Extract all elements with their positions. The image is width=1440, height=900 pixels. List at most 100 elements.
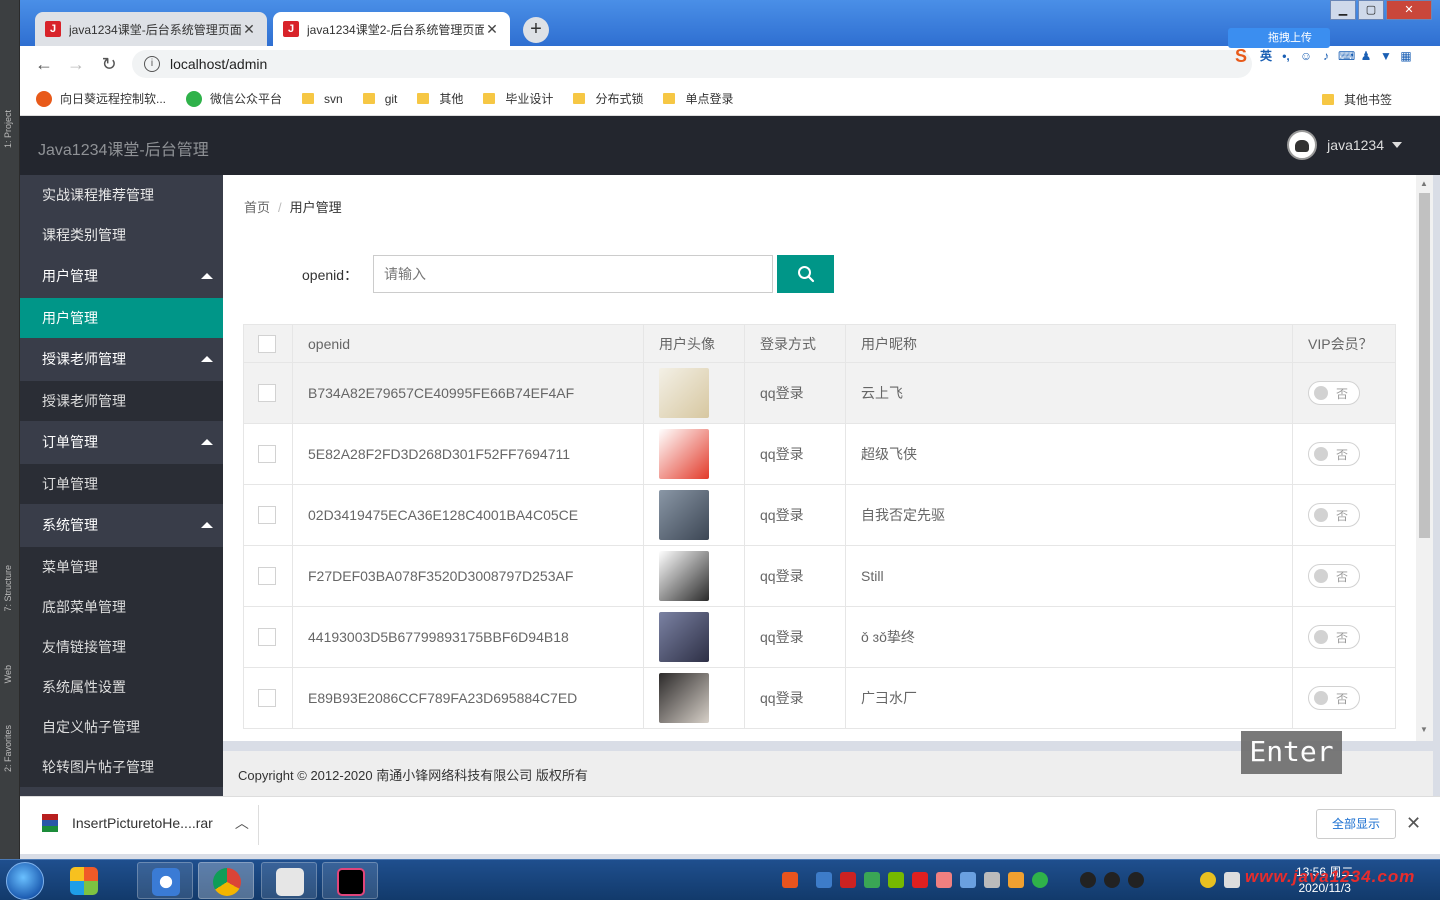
- sogou-s-icon[interactable]: S: [1228, 47, 1254, 65]
- tray-flower-icon[interactable]: [936, 872, 952, 888]
- tray-qq-icon[interactable]: [1128, 872, 1144, 888]
- search-button[interactable]: [777, 255, 834, 293]
- taskbar-app-intellij[interactable]: [322, 862, 378, 899]
- vip-toggle-switch[interactable]: 否: [1308, 442, 1360, 466]
- sidebar-item-orders[interactable]: 订单管理: [20, 464, 223, 504]
- table-row[interactable]: F27DEF03BA078F3520D3008797D253AF qq登录 Stil…: [243, 545, 1396, 607]
- other-bookmarks[interactable]: 其他书签: [1321, 91, 1392, 108]
- vip-toggle-switch[interactable]: 否: [1308, 503, 1360, 527]
- sidebar-item-carousel-posts[interactable]: 轮转图片帖子管理: [20, 747, 223, 787]
- table-row[interactable]: 02D3419475ECA36E128C4001BA4C05CE qq登录 自我否定…: [243, 484, 1396, 546]
- bookmark-folder-svn[interactable]: svn: [302, 92, 343, 106]
- vip-toggle-switch[interactable]: 否: [1308, 686, 1360, 710]
- vip-toggle-switch[interactable]: 否: [1308, 381, 1360, 405]
- bookmark-folder-other[interactable]: 其他: [417, 90, 463, 107]
- ide-web-tab[interactable]: Web: [3, 665, 13, 683]
- forward-arrow-icon[interactable]: →: [64, 52, 88, 76]
- bookmark-wechat[interactable]: 微信公众平台: [186, 90, 282, 107]
- tab-close-icon[interactable]: ✕: [484, 21, 500, 38]
- tray-shield-icon[interactable]: [864, 872, 880, 888]
- tray-qq-icon[interactable]: [1104, 872, 1120, 888]
- start-button[interactable]: [6, 862, 44, 900]
- user-icon[interactable]: ♟: [1358, 48, 1374, 64]
- scroll-up-arrow-icon[interactable]: ▲: [1420, 179, 1428, 188]
- taskbar-app-typora[interactable]: [261, 862, 317, 899]
- ide-project-tab[interactable]: 1: Project: [3, 110, 13, 148]
- sidebar-group-users[interactable]: 用户管理: [20, 255, 223, 298]
- tray-sync-icon[interactable]: [1200, 872, 1216, 888]
- tray-mail-icon[interactable]: [840, 872, 856, 888]
- sidebar-item-users[interactable]: 用户管理: [20, 298, 223, 338]
- punctuation-icon[interactable]: •,: [1278, 48, 1294, 64]
- tab-close-icon[interactable]: ✕: [241, 21, 257, 38]
- close-download-bar-icon[interactable]: ✕: [1406, 813, 1421, 834]
- sidebar-group-teachers[interactable]: 授课老师管理: [20, 338, 223, 381]
- sidebar-item-menus[interactable]: 菜单管理: [20, 547, 223, 587]
- row-checkbox[interactable]: [258, 628, 276, 646]
- row-checkbox[interactable]: [258, 445, 276, 463]
- browser-tab-active[interactable]: J java1234课堂2-后台系统管理页面 ✕: [273, 12, 510, 46]
- sogou-tray-icon[interactable]: [782, 872, 798, 888]
- tray-cube-icon[interactable]: [816, 872, 832, 888]
- vip-toggle-switch[interactable]: 否: [1308, 564, 1360, 588]
- download-item[interactable]: InsertPicturetoHe....rar ︿: [42, 813, 249, 833]
- bookmark-folder-sso[interactable]: 单点登录: [663, 90, 733, 107]
- tray-window-icon[interactable]: [984, 872, 1000, 888]
- row-checkbox[interactable]: [258, 689, 276, 707]
- address-bar[interactable]: i localhost/admin: [132, 50, 1252, 78]
- row-checkbox[interactable]: [258, 384, 276, 402]
- sidebar-item-custom-posts[interactable]: 自定义帖子管理: [20, 707, 223, 747]
- window-close-button[interactable]: ✕: [1386, 0, 1432, 20]
- sidebar-item-system-props[interactable]: 系统属性设置: [20, 667, 223, 707]
- tray-sunflower-icon[interactable]: [1008, 872, 1024, 888]
- bookmark-folder-lock[interactable]: 分布式锁: [573, 90, 643, 107]
- ide-structure-tab[interactable]: 7: Structure: [3, 565, 13, 612]
- reload-icon[interactable]: ↻: [97, 52, 121, 76]
- row-checkbox[interactable]: [258, 567, 276, 585]
- main-scrollbar[interactable]: ▲ ▼: [1416, 175, 1433, 741]
- tray-qq-icon[interactable]: [1080, 872, 1096, 888]
- back-arrow-icon[interactable]: ←: [32, 52, 56, 76]
- volume-icon[interactable]: [1224, 872, 1240, 888]
- microphone-icon[interactable]: ♪: [1318, 48, 1334, 64]
- bookmark-sunflower[interactable]: 向日葵远程控制软...: [36, 90, 166, 107]
- ide-favorites-tab[interactable]: 2: Favorites: [3, 725, 13, 772]
- sidebar-item-friend-links[interactable]: 友情链接管理: [20, 627, 223, 667]
- sidebar-group-orders[interactable]: 订单管理: [20, 421, 223, 464]
- taskbar-app-pinwheel[interactable]: [56, 862, 112, 899]
- sidebar-item-teachers[interactable]: 授课老师管理: [20, 381, 223, 421]
- bookmark-folder-git[interactable]: git: [362, 92, 397, 106]
- sidebar-item-course-category[interactable]: 课程类别管理: [20, 215, 223, 255]
- table-row[interactable]: 44193003D5B67799893175BBF6D94B18 qq登录 ǒ ɜǒ…: [243, 606, 1396, 668]
- keyboard-icon[interactable]: ⌨: [1338, 48, 1355, 64]
- table-row[interactable]: 5E82A28F2FD3D268D301F52FF7694711 qq登录 超级飞侠…: [243, 423, 1396, 485]
- table-row[interactable]: E89B93E2086CCF789FA23D695884C7ED qq登录 广彐水厂…: [243, 667, 1396, 729]
- taskbar-app-chrome[interactable]: [198, 862, 254, 899]
- scroll-thumb[interactable]: [1419, 193, 1430, 538]
- taskbar-app-browser[interactable]: [137, 862, 193, 899]
- toolbox-icon[interactable]: ▦: [1398, 48, 1414, 64]
- skin-icon[interactable]: ▼: [1378, 48, 1394, 64]
- bookmark-folder-graduation[interactable]: 毕业设计: [483, 90, 553, 107]
- sidebar-item-footer-menus[interactable]: 底部菜单管理: [20, 587, 223, 627]
- new-tab-button[interactable]: +: [523, 17, 549, 43]
- tray-s-icon[interactable]: [912, 872, 928, 888]
- tray-network-icon[interactable]: [960, 872, 976, 888]
- row-checkbox[interactable]: [258, 506, 276, 524]
- table-row[interactable]: B734A82E79657CE40995FE66B74EF4AF qq登录 云上飞 否: [243, 362, 1396, 424]
- minimize-button[interactable]: ▁: [1330, 0, 1356, 20]
- maximize-button[interactable]: ▢: [1358, 0, 1384, 20]
- browser-tab[interactable]: J java1234课堂-后台系统管理页面 ✕: [35, 12, 267, 46]
- select-all-checkbox[interactable]: [258, 334, 276, 353]
- tray-nvidia-icon[interactable]: [888, 872, 904, 888]
- user-menu[interactable]: java1234: [1287, 130, 1402, 160]
- tray-wechat-icon[interactable]: [1032, 872, 1048, 888]
- site-info-icon[interactable]: i: [144, 56, 160, 72]
- breadcrumb-home[interactable]: 首页: [244, 200, 270, 215]
- emoji-icon[interactable]: ☺: [1298, 48, 1314, 64]
- sidebar-item-course-recommend[interactable]: 实战课程推荐管理: [20, 175, 223, 215]
- vip-toggle-switch[interactable]: 否: [1308, 625, 1360, 649]
- chevron-up-icon[interactable]: ︿: [235, 813, 249, 833]
- openid-search-input[interactable]: [373, 255, 773, 293]
- ime-language-toggle[interactable]: 英: [1258, 48, 1274, 64]
